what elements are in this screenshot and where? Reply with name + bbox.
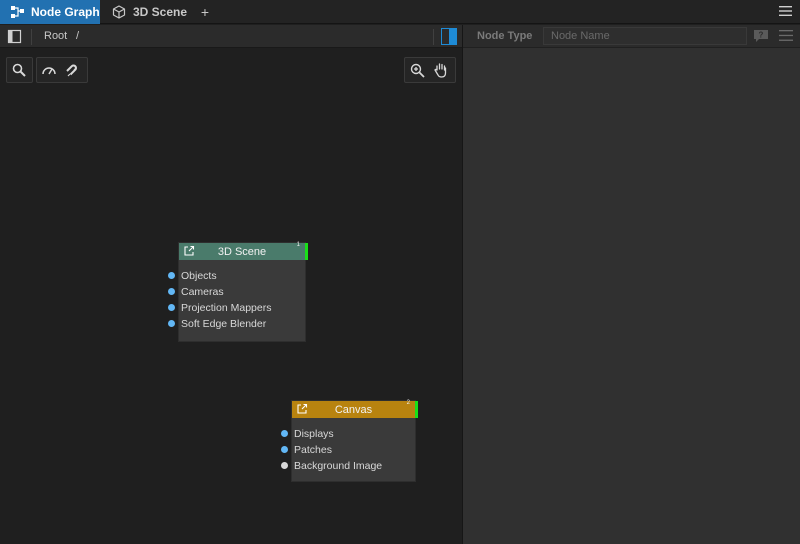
tab-node-graph-label: Node Graph: [31, 5, 100, 19]
inspector-toggle-button[interactable]: [441, 28, 457, 45]
port-row: Displays: [281, 426, 415, 442]
input-port[interactable]: [281, 462, 288, 469]
input-port[interactable]: [168, 272, 175, 279]
node-type-label: Node Type: [477, 30, 533, 42]
inspector-header: Node Type ?: [463, 25, 800, 48]
view-tool-group: [404, 57, 456, 83]
external-link-icon[interactable]: [183, 245, 195, 257]
port-label: Displays: [294, 428, 334, 440]
node-graph-canvas[interactable]: 3D Scene 1 Objects Cameras Projection Ma…: [0, 49, 462, 544]
port-row: Cameras: [168, 284, 305, 300]
svg-text:?: ?: [759, 31, 764, 40]
port-row: Patches: [281, 442, 415, 458]
input-port[interactable]: [168, 288, 175, 295]
tab-bar: Node Graph 3D Scene +: [0, 0, 800, 24]
pan-hand-icon[interactable]: [429, 58, 453, 82]
node-header[interactable]: Canvas 2: [292, 400, 418, 418]
input-port[interactable]: [281, 430, 288, 437]
help-icon[interactable]: ?: [753, 29, 769, 43]
node-header[interactable]: 3D Scene 1: [179, 242, 308, 260]
tab-3d-scene-label: 3D Scene: [133, 5, 188, 19]
port-label: Patches: [294, 444, 332, 456]
search-tool-group: [6, 57, 33, 83]
port-label: Background Image: [294, 460, 383, 472]
node-graph-icon: [9, 4, 25, 20]
port-row: Background Image: [281, 458, 415, 474]
cube-icon: [111, 4, 127, 20]
divider: [433, 29, 434, 45]
inspector-menu-icon[interactable]: [779, 30, 793, 42]
port-label: Soft Edge Blender: [181, 318, 267, 330]
hamburger-menu-icon[interactable]: [778, 4, 792, 18]
input-port[interactable]: [168, 304, 175, 311]
breadcrumb-separator: /: [76, 30, 80, 42]
search-icon[interactable]: [7, 58, 31, 82]
external-link-icon[interactable]: [296, 403, 308, 415]
node-canvas[interactable]: Canvas 2 Displays Patches Background Ima…: [281, 400, 418, 482]
zoom-in-icon[interactable]: [405, 58, 429, 82]
node-3d-scene[interactable]: 3D Scene 1 Objects Cameras Projection Ma…: [168, 242, 308, 342]
port-row: Projection Mappers: [168, 300, 305, 316]
port-label: Projection Mappers: [181, 302, 272, 314]
graph-header: Root /: [0, 25, 462, 48]
port-row: Soft Edge Blender: [168, 316, 305, 332]
magnet-icon[interactable]: [61, 58, 85, 82]
divider: [31, 29, 32, 45]
node-title: 3D Scene: [217, 245, 267, 258]
input-port[interactable]: [168, 320, 175, 327]
port-label: Objects: [181, 270, 217, 282]
node-name-input[interactable]: [543, 27, 747, 45]
breadcrumb-root[interactable]: Root: [44, 30, 67, 42]
status-indicator: [415, 401, 418, 418]
node-count: 2: [406, 400, 410, 406]
inspector-panel: Node Type ?: [462, 25, 800, 544]
node-count: 1: [296, 242, 300, 248]
status-indicator: [305, 243, 308, 260]
gauge-icon[interactable]: [37, 58, 61, 82]
tab-node-graph[interactable]: Node Graph: [0, 0, 100, 24]
tab-3d-scene[interactable]: 3D Scene: [104, 0, 194, 24]
node-title: Canvas: [334, 403, 373, 416]
input-port[interactable]: [281, 446, 288, 453]
port-label: Cameras: [181, 286, 224, 298]
snap-tool-group: [36, 57, 88, 83]
sidebar-toggle-icon[interactable]: [7, 29, 23, 45]
port-row: Objects: [168, 268, 305, 284]
add-tab-button[interactable]: +: [196, 0, 214, 24]
